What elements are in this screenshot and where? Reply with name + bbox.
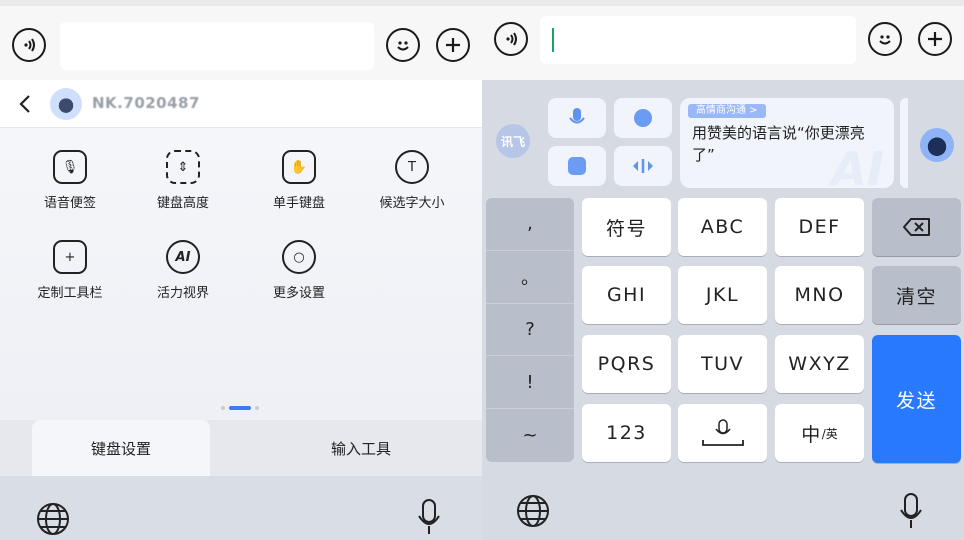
number-key[interactable]: 123 [582, 404, 671, 462]
next-suggestion-card[interactable] [900, 98, 908, 188]
symbol-key[interactable]: ! [486, 356, 574, 410]
abc-key[interactable]: ABC [678, 198, 767, 256]
xunfei-logo[interactable]: 讯飞 [496, 124, 530, 158]
tool-label: 候选字大小 [379, 196, 445, 211]
emoji-quick-button[interactable] [614, 98, 672, 138]
voice-wave-icon [506, 32, 517, 46]
tool-label: 定制工具栏 [37, 286, 103, 301]
jkl-key[interactable]: JKL [678, 266, 767, 324]
system-bottom-bar [482, 476, 964, 540]
tool-keyboard-height[interactable]: ⇕ 键盘高度 [128, 150, 238, 211]
mic-icon[interactable] [416, 498, 442, 536]
globe-icon[interactable] [516, 494, 550, 528]
back-arrow-icon[interactable] [18, 94, 32, 114]
smiley-icon [397, 41, 409, 51]
page-indicator [221, 406, 259, 410]
message-input[interactable] [60, 22, 374, 70]
tool-label: 活力视界 [156, 286, 209, 301]
ai-vision-icon: AI [166, 240, 200, 274]
text-cursor [552, 28, 554, 52]
brand-name: NK.7020487 [92, 94, 200, 112]
tool-label: 键盘高度 [156, 196, 209, 211]
ai-card-text: 用赞美的语言说“你更漂亮了” [692, 124, 865, 164]
tool-candidate-size[interactable]: T 候选字大小 [357, 150, 467, 211]
backspace-icon [902, 218, 930, 236]
tool-more-settings[interactable]: ○ 更多设置 [244, 240, 354, 301]
system-bottom-bar [0, 476, 482, 540]
send-key[interactable]: 发送 [872, 335, 961, 463]
tool-one-hand-keyboard[interactable]: ✋ 单手键盘 [244, 150, 354, 211]
space-voice-key[interactable] [678, 404, 767, 462]
ghi-key[interactable]: GHI [582, 266, 671, 324]
ai-card-badge: 高情商沟通 > [688, 104, 766, 118]
mic-icon[interactable] [898, 492, 924, 530]
tool-custom-toolbar[interactable]: + 定制工具栏 [15, 240, 125, 301]
tab-input-tools[interactable]: 输入工具 [270, 420, 452, 476]
candidate-size-icon: T [395, 150, 429, 184]
voice-input-quick-button[interactable] [548, 98, 606, 138]
ai-suggestion-card[interactable]: AI 高情商沟通 > 用赞美的语言说“你更漂亮了” [680, 98, 894, 188]
page-dot [221, 406, 225, 410]
symbol-column: , 。 ? ! ~ [486, 198, 574, 462]
page-dot [255, 406, 259, 410]
mic-icon [569, 108, 585, 124]
plus-icon [446, 38, 460, 52]
add-button[interactable] [436, 28, 470, 62]
globe-icon[interactable] [36, 502, 70, 536]
tab-keyboard-settings[interactable]: 键盘设置 [32, 420, 210, 476]
mascot-avatar [50, 88, 82, 120]
lang-sub-label: /英 [821, 426, 838, 441]
chat-input-bar [482, 0, 964, 80]
message-input[interactable] [540, 16, 856, 64]
cursor-move-quick-button[interactable] [614, 146, 672, 186]
add-button[interactable] [918, 22, 952, 56]
space-mic-icon [701, 419, 744, 446]
tool-label: 单手键盘 [272, 196, 325, 211]
tuv-key[interactable]: TUV [678, 335, 767, 393]
smiley-face-icon [634, 109, 652, 127]
more-settings-icon: ○ [282, 240, 316, 274]
one-hand-keyboard-icon: ✋ [282, 150, 316, 184]
plus-icon [928, 32, 942, 46]
clipboard-icon [568, 157, 586, 175]
emoji-button[interactable] [386, 28, 420, 62]
keyboard-brand-bar: NK.7020487 [0, 80, 482, 128]
voice-wave-icon [24, 38, 35, 52]
symbol-key[interactable]: ? [486, 304, 574, 357]
voice-toggle-button[interactable] [12, 28, 46, 62]
clear-key[interactable]: 清空 [872, 266, 961, 324]
backspace-key[interactable] [872, 198, 961, 256]
right-keyboard-screen: 讯飞 AI 高情商沟通 > 用赞美的语言说“你更漂亮了” , 。 ? ! ~ 符… [482, 0, 964, 540]
chat-input-bar [0, 0, 482, 80]
symbol-key[interactable]: ~ [486, 409, 574, 462]
clipboard-quick-button[interactable] [548, 146, 606, 186]
custom-toolbar-icon: + [53, 240, 87, 274]
symbol-key[interactable]: 。 [486, 251, 574, 304]
tool-label: 语音便签 [43, 196, 96, 211]
tools-grid: 🎙 语音便签 ⇕ 键盘高度 ✋ 单手键盘 T 候选字大小 + 定制工具栏 AI … [0, 128, 482, 420]
wxyz-key[interactable]: WXYZ [775, 335, 864, 393]
cursor-move-icon [633, 159, 653, 173]
left-keyboard-settings-screen: NK.7020487 🎙 语音便签 ⇕ 键盘高度 ✋ 单手键盘 T 候选字大小 … [0, 0, 482, 540]
mno-key[interactable]: MNO [775, 266, 864, 324]
ai-suggestion-bar: 讯飞 AI 高情商沟通 > 用赞美的语言说“你更漂亮了” [482, 82, 964, 192]
emoji-button[interactable] [868, 22, 902, 56]
def-key[interactable]: DEF [775, 198, 864, 256]
tool-voice-note[interactable]: 🎙 语音便签 [15, 150, 125, 211]
mascot-icon[interactable] [920, 128, 954, 162]
panel-tabs: 键盘设置 输入工具 [0, 420, 482, 476]
smiley-icon [879, 35, 891, 45]
voice-toggle-button[interactable] [494, 22, 528, 56]
symbol-key[interactable]: , [486, 198, 574, 251]
symbols-key[interactable]: 符号 [582, 198, 671, 256]
voice-note-icon: 🎙 [53, 150, 87, 184]
keyboard-height-icon: ⇕ [166, 150, 200, 184]
lang-main-label: 中 [801, 423, 822, 446]
tool-label: 更多设置 [272, 286, 325, 301]
tool-ai-vision[interactable]: AI 活力视界 [128, 240, 238, 301]
page-dot-active [229, 406, 251, 410]
language-switch-key[interactable]: 中/英 [775, 404, 864, 462]
pqrs-key[interactable]: PQRS [582, 335, 671, 393]
